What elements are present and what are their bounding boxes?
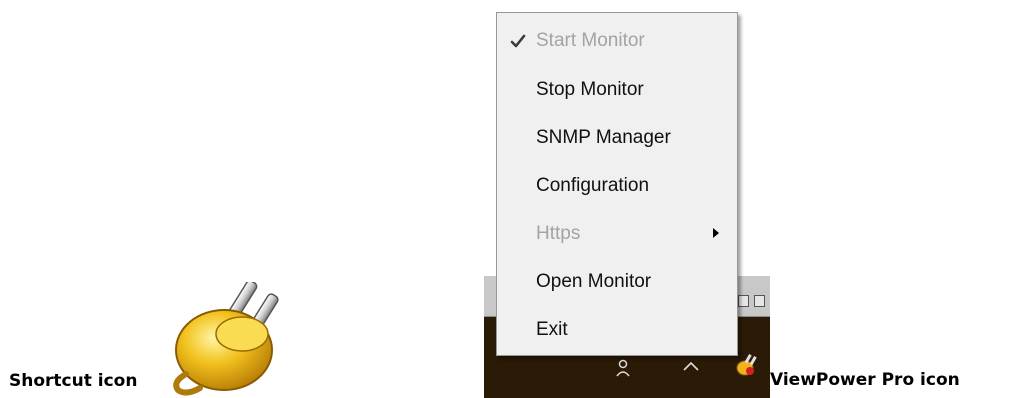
menu-item-start-monitor[interactable]: Start Monitor — [498, 18, 736, 62]
menu-item-label: Stop Monitor — [536, 79, 644, 100]
checkmark-icon — [510, 34, 526, 48]
toolbar-window-icon[interactable] — [738, 295, 749, 307]
menu-item-stop-monitor[interactable]: Stop Monitor — [498, 67, 736, 111]
shortcut-icon-caption: Shortcut icon — [9, 371, 138, 391]
menu-item-label: Start Monitor — [536, 30, 645, 51]
submenu-arrow-icon — [713, 228, 719, 238]
viewpower-icon-caption: ViewPower Pro icon — [770, 370, 960, 390]
menu-item-configuration[interactable]: Configuration — [498, 163, 736, 207]
menu-item-label: SNMP Manager — [536, 127, 671, 148]
toolbar-window-icon[interactable] — [754, 295, 765, 307]
viewpower-tray-icon[interactable] — [735, 352, 757, 378]
menu-item-label: Https — [536, 223, 581, 244]
plug-icon[interactable] — [162, 282, 300, 398]
tray-context-menu: Start Monitor Stop Monitor SNMP Manager … — [496, 12, 738, 356]
chevron-up-icon[interactable] — [682, 360, 700, 372]
menu-item-label: Open Monitor — [536, 271, 652, 292]
menu-item-open-monitor[interactable]: Open Monitor — [498, 259, 736, 303]
menu-item-label: Configuration — [536, 175, 650, 196]
menu-item-https[interactable]: Https — [498, 211, 736, 255]
menu-item-snmp-manager[interactable]: SNMP Manager — [498, 115, 736, 159]
people-icon[interactable] — [615, 359, 631, 377]
menu-item-label: Exit — [536, 319, 568, 340]
menu-item-exit[interactable]: Exit — [498, 307, 736, 351]
